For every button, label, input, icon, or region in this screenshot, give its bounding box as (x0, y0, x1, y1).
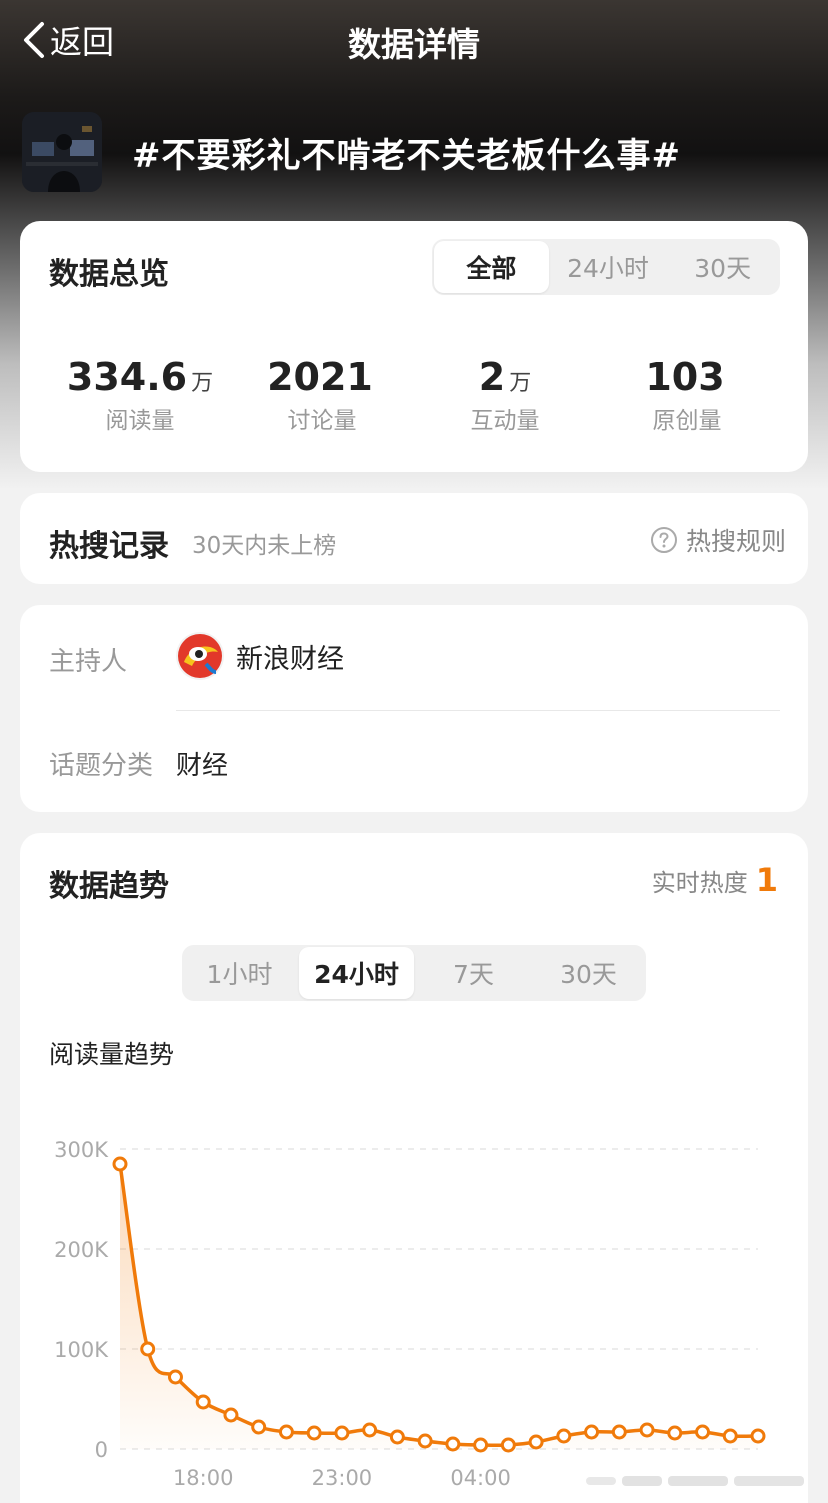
navbar: 返回 数据详情 (0, 0, 828, 80)
stat-originals-value: 103 (645, 355, 725, 399)
stat-interactions: 2万 互动量 (405, 355, 605, 435)
host-name: 新浪财经 (236, 643, 344, 675)
chart-title: 阅读量趋势 (49, 1040, 175, 1069)
hot-search-rules-label: 热搜规则 (685, 527, 786, 556)
host-label: 主持人 (49, 647, 128, 677)
trend-card: 数据趋势 实时热度 1 1小时 24小时 7天 30天 阅读量趋势 (20, 833, 808, 1503)
stat-interactions-label: 互动量 (470, 408, 540, 434)
topic-header: #不要彩礼不啃老不关老板什么事# (22, 112, 681, 192)
stat-interactions-value: 2 (478, 355, 506, 399)
stat-originals-label: 原创量 (652, 408, 722, 434)
overview-tab-bar: 全部 24小时 30天 (432, 239, 780, 295)
watermark (586, 1470, 814, 1492)
hot-search-rules-link[interactable]: 热搜规则 (650, 522, 786, 558)
trend-title: 数据趋势 (49, 869, 169, 904)
stat-originals: 103 原创量 (587, 355, 787, 435)
overview-tab-24h[interactable]: 24小时 (551, 239, 666, 295)
trend-tab-bar: 1小时 24小时 7天 30天 (182, 945, 646, 1001)
trend-tab-30d[interactable]: 30天 (531, 945, 646, 1001)
realtime-heat-value: 1 (755, 861, 778, 899)
trend-tab-24h[interactable]: 24小时 (299, 947, 414, 999)
realtime-heat-label: 实时热度 (651, 869, 748, 897)
stat-reads: 334.6 万 阅读量 (40, 355, 240, 435)
stat-reads-value: 334.6 (66, 355, 188, 399)
realtime-heat: 实时热度 1 (652, 861, 778, 899)
topic-image (22, 112, 102, 192)
page-title: 数据详情 (348, 25, 480, 64)
host-link[interactable]: 新浪财经 (176, 632, 344, 680)
overview-tab-all[interactable]: 全部 (434, 241, 549, 293)
stat-reads-unit: 万 (191, 371, 214, 396)
hot-search-status: 30天内未上榜 (192, 533, 337, 559)
trend-tab-7d[interactable]: 7天 (416, 945, 531, 1001)
overview-tab-30d[interactable]: 30天 (665, 239, 780, 295)
category-value: 财经 (176, 751, 229, 781)
question-circle-icon (650, 527, 677, 553)
hot-search-card: 热搜记录 30天内未上榜 热搜规则 (20, 493, 808, 584)
info-divider (176, 710, 780, 711)
topic-title: #不要彩礼不啃老不关老板什么事# (132, 135, 681, 176)
hot-search-title: 热搜记录 (49, 529, 169, 564)
category-label: 话题分类 (49, 751, 154, 781)
stat-discussions-value: 2021 (267, 355, 373, 399)
stat-interactions-unit: 万 (509, 371, 532, 396)
topic-avatar[interactable] (22, 112, 102, 192)
host-avatar (176, 632, 224, 680)
info-card: 主持人 新浪财经 话题分类 财经 (20, 605, 808, 812)
stat-reads-label: 阅读量 (105, 408, 175, 434)
stat-discussions-label: 讨论量 (287, 408, 357, 434)
trend-tab-1h[interactable]: 1小时 (182, 945, 297, 1001)
overview-title: 数据总览 (49, 257, 169, 292)
stat-discussions: 2021 讨论量 (222, 355, 422, 435)
